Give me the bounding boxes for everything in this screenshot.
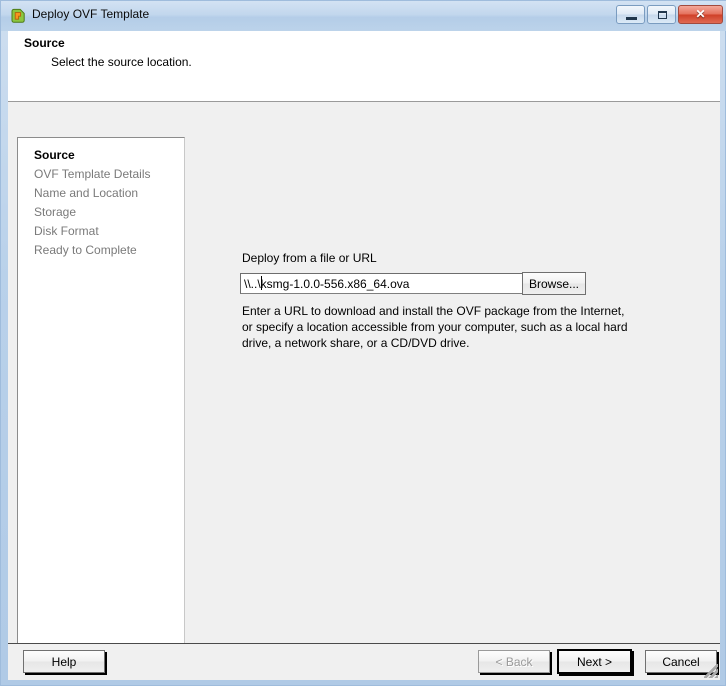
text-caret: [261, 276, 262, 290]
window-title: Deploy OVF Template: [32, 7, 150, 21]
sidebar-item-label: Source: [34, 148, 75, 162]
help-button[interactable]: Help: [23, 650, 105, 673]
page-title: Source: [24, 36, 65, 50]
browse-button[interactable]: Browse...: [522, 272, 586, 295]
source-combobox[interactable]: \\..\ksmg-1.0.0-556.x86_64.ova: [240, 273, 552, 294]
maximize-button[interactable]: [647, 5, 676, 24]
dialog-footer: Help < Back Next > Cancel: [8, 644, 720, 680]
sidebar-item-ready-to-complete[interactable]: Ready to Complete: [18, 241, 184, 260]
next-button[interactable]: Next >: [557, 649, 632, 674]
ovf-template-icon: [11, 8, 25, 23]
sidebar-item-label: Storage: [34, 205, 77, 219]
sidebar-item-label: Disk Format: [34, 224, 99, 238]
sidebar-item-storage[interactable]: Storage: [18, 203, 184, 222]
page-subtitle: Select the source location.: [51, 55, 192, 69]
sidebar-item-label: OVF Template Details: [34, 167, 151, 181]
source-panel: Deploy from a file or URL \\..\ksmg-1.0.…: [186, 137, 711, 651]
dialog-client-area: Source Select the source location. Sourc…: [8, 31, 720, 680]
source-description: Enter a URL to download and install the …: [242, 304, 628, 350]
back-button: < Back: [478, 650, 550, 673]
maximize-icon: [658, 11, 667, 19]
close-icon: ✕: [695, 7, 706, 21]
source-input[interactable]: \\..\ksmg-1.0.0-556.x86_64.ova: [244, 277, 409, 291]
minimize-button[interactable]: [616, 5, 645, 24]
source-field-label: Deploy from a file or URL: [242, 251, 377, 265]
sidebar-item-ovf-template-details[interactable]: OVF Template Details: [18, 165, 184, 184]
dialog-body: Source OVF Template Details Name and Loc…: [8, 103, 720, 651]
deploy-ovf-template-window: Deploy OVF Template ✕ Source Select the …: [0, 0, 726, 686]
page-header: Source Select the source location.: [8, 31, 720, 102]
resize-grip[interactable]: [704, 664, 718, 678]
wizard-step-list: Source OVF Template Details Name and Loc…: [17, 137, 185, 651]
close-button[interactable]: ✕: [678, 5, 723, 24]
title-bar[interactable]: Deploy OVF Template ✕: [1, 1, 726, 31]
minimize-icon: [626, 17, 637, 20]
sidebar-item-name-and-location[interactable]: Name and Location: [18, 184, 184, 203]
sidebar-item-label: Name and Location: [34, 186, 139, 200]
window-controls: ✕: [616, 5, 723, 24]
sidebar-item-label: Ready to Complete: [34, 243, 137, 257]
sidebar-item-disk-format[interactable]: Disk Format: [18, 222, 184, 241]
sidebar-item-source[interactable]: Source: [18, 146, 184, 165]
